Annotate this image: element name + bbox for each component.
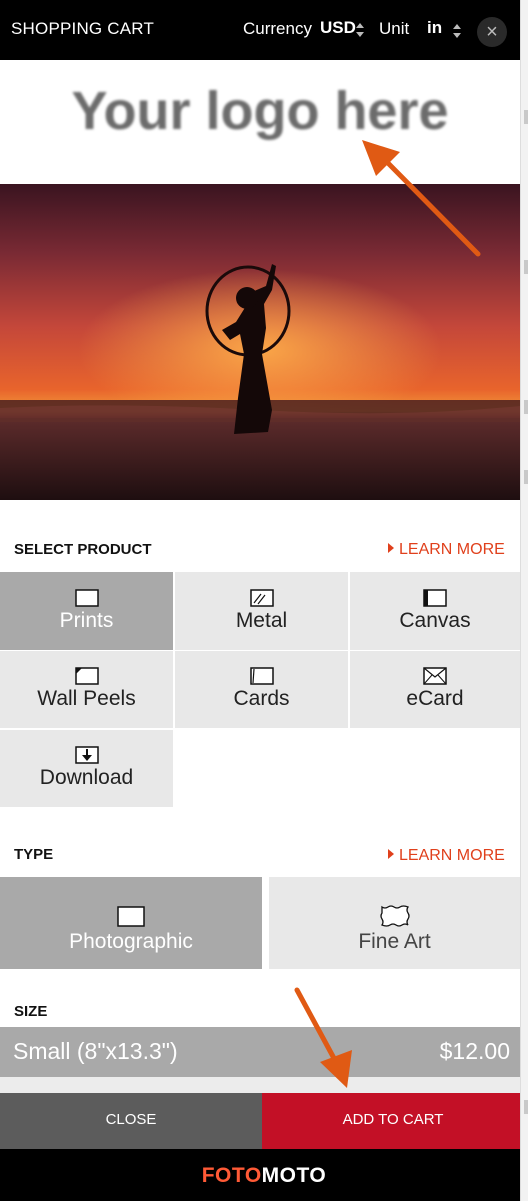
type-tile-photographic[interactable]: Photographic <box>0 877 262 969</box>
product-label: Cards <box>233 687 290 710</box>
product-tile-wall-peels[interactable]: Wall Peels <box>0 651 173 728</box>
canvas-icon <box>423 589 447 607</box>
product-tile-canvas[interactable]: Canvas <box>350 572 520 650</box>
product-label: Prints <box>59 609 114 632</box>
size-title: SIZE <box>14 1003 48 1020</box>
add-to-cart-button[interactable]: ADD TO CART <box>262 1093 520 1149</box>
type-learn-more-link[interactable]: LEARN MORE <box>388 847 505 865</box>
wall-peel-icon <box>74 667 99 685</box>
currency-label: Currency <box>243 19 312 38</box>
envelope-icon <box>423 667 447 685</box>
product-tile-metal[interactable]: Metal <box>175 572 348 650</box>
logo-placeholder: Your logo here <box>71 81 449 141</box>
print-frame-icon <box>74 589 99 607</box>
deckled-paper-icon <box>379 905 410 927</box>
unit-spinner-icon[interactable] <box>453 24 461 38</box>
close-icon[interactable]: × <box>477 17 507 47</box>
product-tile-download[interactable]: Download <box>0 730 173 807</box>
size-price: $12.00 <box>439 1038 510 1064</box>
product-tile-cards[interactable]: Cards <box>175 651 348 728</box>
product-label: Wall Peels <box>37 687 136 710</box>
product-photo <box>0 184 520 500</box>
currency-select[interactable]: USD <box>320 18 356 38</box>
cart-title: SHOPPING CART <box>11 19 155 38</box>
caret-right-icon <box>388 849 394 859</box>
size-option-selected[interactable]: Small (8"x13.3") $12.00 <box>0 1027 520 1077</box>
product-learn-more-link[interactable]: LEARN MORE <box>388 541 505 559</box>
currency-spinner-icon[interactable] <box>356 23 364 37</box>
footer: FOTOMOTO <box>0 1149 528 1201</box>
logo-area: Your logo here <box>0 60 520 184</box>
type-label: Fine Art <box>358 930 431 953</box>
product-label: eCard <box>406 687 464 710</box>
unit-select[interactable]: in <box>427 18 442 38</box>
fotomoto-logo: FOTOMOTO <box>201 1164 327 1187</box>
product-tile-ecard[interactable]: eCard <box>350 651 520 728</box>
shopping-cart-panel: SHOPPING CART Currency USD Unit in × You… <box>0 0 520 1201</box>
metal-print-icon <box>249 589 274 607</box>
caret-right-icon <box>388 543 394 553</box>
top-bar: SHOPPING CART Currency USD Unit in × <box>0 0 520 60</box>
page-scroll-strip <box>520 0 528 1201</box>
product-label: Canvas <box>399 609 471 632</box>
type-title: TYPE <box>14 846 54 863</box>
product-label: Metal <box>235 609 288 632</box>
size-name: Small (8"x13.3") <box>13 1038 178 1064</box>
select-product-title: SELECT PRODUCT <box>14 541 152 558</box>
product-label: Download <box>39 766 134 789</box>
photo-paper-icon <box>117 906 145 927</box>
download-icon <box>74 746 99 764</box>
product-tile-prints[interactable]: Prints <box>0 572 173 650</box>
close-button[interactable]: CLOSE <box>0 1093 262 1149</box>
type-tile-fine-art[interactable]: Fine Art <box>269 877 520 969</box>
card-icon <box>249 667 274 685</box>
unit-label: Unit <box>379 19 410 38</box>
type-label: Photographic <box>69 930 193 953</box>
